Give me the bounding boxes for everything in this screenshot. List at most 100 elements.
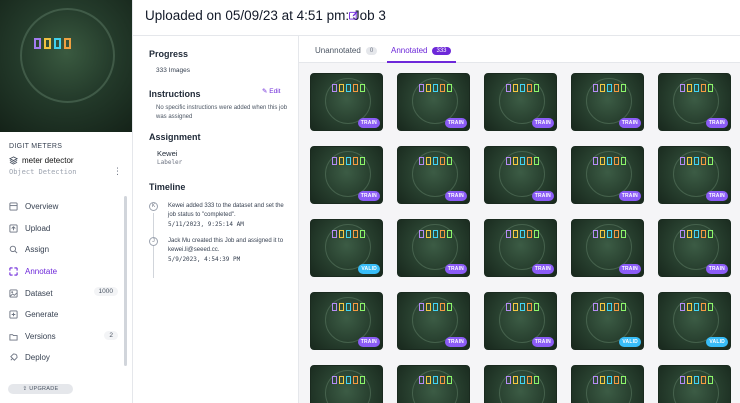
- image-thumbnail[interactable]: TRAIN: [484, 146, 557, 204]
- image-thumbnail[interactable]: TRAIN: [397, 219, 470, 277]
- image-thumbnail[interactable]: [397, 365, 470, 403]
- split-badge: TRAIN: [531, 337, 554, 347]
- sidebar-item-label: Versions: [25, 331, 56, 341]
- digit-annotations: [332, 303, 365, 311]
- timeline-avatar: J: [149, 237, 158, 246]
- split-badge: TRAIN: [618, 264, 641, 274]
- sidebar-item-generate[interactable]: Generate: [0, 304, 122, 326]
- image-thumbnail[interactable]: TRAIN: [310, 146, 383, 204]
- instructions-edit-link[interactable]: ✎ Edit: [262, 87, 280, 95]
- digit-annotations: [332, 84, 365, 92]
- image-thumbnail[interactable]: TRAIN: [484, 292, 557, 350]
- image-thumbnail[interactable]: TRAIN: [484, 73, 557, 131]
- digit-annotations: [506, 376, 539, 384]
- image-thumbnail[interactable]: TRAIN: [571, 73, 644, 131]
- image-thumbnail[interactable]: TRAIN: [658, 219, 731, 277]
- digit-annotations: [506, 84, 539, 92]
- image-thumbnail[interactable]: [658, 365, 731, 403]
- split-badge: TRAIN: [531, 191, 554, 201]
- instructions-edit-label: Edit: [269, 88, 281, 95]
- progress-heading: Progress: [149, 49, 189, 59]
- image-thumbnail[interactable]: TRAIN: [397, 73, 470, 131]
- active-tab-indicator: [387, 61, 456, 63]
- assignee-name: Kewei: [157, 149, 178, 158]
- digit-annotations: [332, 376, 365, 384]
- meter-dial: [325, 370, 371, 403]
- timeline-time: 5/11/2023, 9:25:14 AM: [168, 221, 244, 228]
- sidebar-item-annotate[interactable]: Annotate: [0, 261, 122, 283]
- tab-unannotated[interactable]: Unannotated 0: [315, 46, 378, 55]
- sidebar-item-upload[interactable]: Upload: [0, 218, 122, 240]
- edit-title-icon[interactable]: [349, 11, 359, 21]
- split-badge: TRAIN: [444, 337, 467, 347]
- versions-icon: [9, 332, 18, 341]
- instructions-text: No specific instructions were added when…: [156, 105, 288, 120]
- digit-annotations: [419, 376, 452, 384]
- assignment-heading: Assignment: [149, 132, 201, 142]
- sidebar-item-dataset[interactable]: Dataset 1000: [0, 282, 122, 304]
- project-group-label: DIGIT METERS: [9, 143, 63, 150]
- image-thumbnail[interactable]: TRAIN: [397, 146, 470, 204]
- assign-icon: [9, 245, 18, 254]
- dataset-count-badge: 1000: [93, 287, 118, 297]
- split-badge: TRAIN: [444, 264, 467, 274]
- sidebar-item-overview[interactable]: Overview: [0, 196, 122, 218]
- timeline-text: Jack Mu created this Job and assigned it…: [168, 238, 284, 253]
- image-thumbnail[interactable]: TRAIN: [571, 146, 644, 204]
- sidebar-item-label: Annotate: [25, 267, 58, 277]
- more-options-icon[interactable]: ⋮: [113, 166, 122, 177]
- digit-annotations: [34, 38, 71, 49]
- digit-annotations: [680, 303, 713, 311]
- image-thumbnail[interactable]: [310, 365, 383, 403]
- split-badge: TRAIN: [705, 191, 728, 201]
- split-badge: TRAIN: [357, 337, 380, 347]
- digit-annotations: [593, 230, 626, 238]
- sidebar-item-versions[interactable]: Versions 2: [0, 326, 122, 348]
- image-thumbnail[interactable]: TRAIN: [484, 219, 557, 277]
- digit-annotations: [419, 230, 452, 238]
- annotate-icon: [9, 267, 18, 276]
- sidebar-item-label: Overview: [25, 202, 59, 212]
- image-thumbnail[interactable]: TRAIN: [397, 292, 470, 350]
- digit-annotations: [506, 157, 539, 165]
- project-name-row[interactable]: meter detector: [9, 156, 127, 165]
- tab-count-badge: 0: [365, 46, 378, 55]
- upgrade-button[interactable]: ⇪ UPGRADE: [8, 384, 73, 394]
- image-thumbnail[interactable]: TRAIN: [571, 219, 644, 277]
- sidebar-item-label: Deploy: [25, 353, 50, 363]
- image-thumbnail[interactable]: [571, 365, 644, 403]
- overview-icon: [9, 202, 18, 211]
- digit-annotations: [506, 303, 539, 311]
- timeline-avatar: K: [149, 202, 158, 211]
- split-badge: VALID: [619, 337, 641, 347]
- image-thumbnail[interactable]: TRAIN: [310, 73, 383, 131]
- deploy-icon: [9, 353, 18, 362]
- timeline-heading: Timeline: [149, 182, 186, 192]
- sidebar-item-assign[interactable]: Assign: [0, 239, 122, 261]
- timeline-time: 5/9/2023, 4:54:39 PM: [168, 256, 241, 263]
- split-badge: TRAIN: [531, 118, 554, 128]
- image-thumbnail[interactable]: VALID: [310, 219, 383, 277]
- split-badge: TRAIN: [357, 191, 380, 201]
- tab-label: Annotated: [391, 46, 428, 55]
- split-badge: TRAIN: [705, 118, 728, 128]
- image-thumbnail[interactable]: TRAIN: [658, 73, 731, 131]
- image-thumbnail[interactable]: VALID: [658, 292, 731, 350]
- sidebar-item-deploy[interactable]: Deploy: [0, 347, 122, 369]
- project-type: Object Detection: [9, 168, 77, 176]
- image-thumbnail[interactable]: TRAIN: [658, 146, 731, 204]
- digit-annotations: [680, 157, 713, 165]
- split-badge: TRAIN: [618, 118, 641, 128]
- image-thumbnail[interactable]: [484, 365, 557, 403]
- digit-annotations: [419, 84, 452, 92]
- image-thumbnail[interactable]: VALID: [571, 292, 644, 350]
- digit-annotations: [680, 230, 713, 238]
- image-thumbnail[interactable]: TRAIN: [310, 292, 383, 350]
- sidebar-scrollbar[interactable]: [124, 196, 127, 366]
- gallery-tabs: Unannotated 0 Annotated 333: [299, 36, 740, 63]
- sidebar-item-label: Dataset: [25, 288, 53, 298]
- tab-annotated[interactable]: Annotated 333: [391, 46, 451, 55]
- meter-dial: [586, 370, 632, 403]
- project-cover-image: [0, 0, 132, 132]
- digit-annotations: [680, 376, 713, 384]
